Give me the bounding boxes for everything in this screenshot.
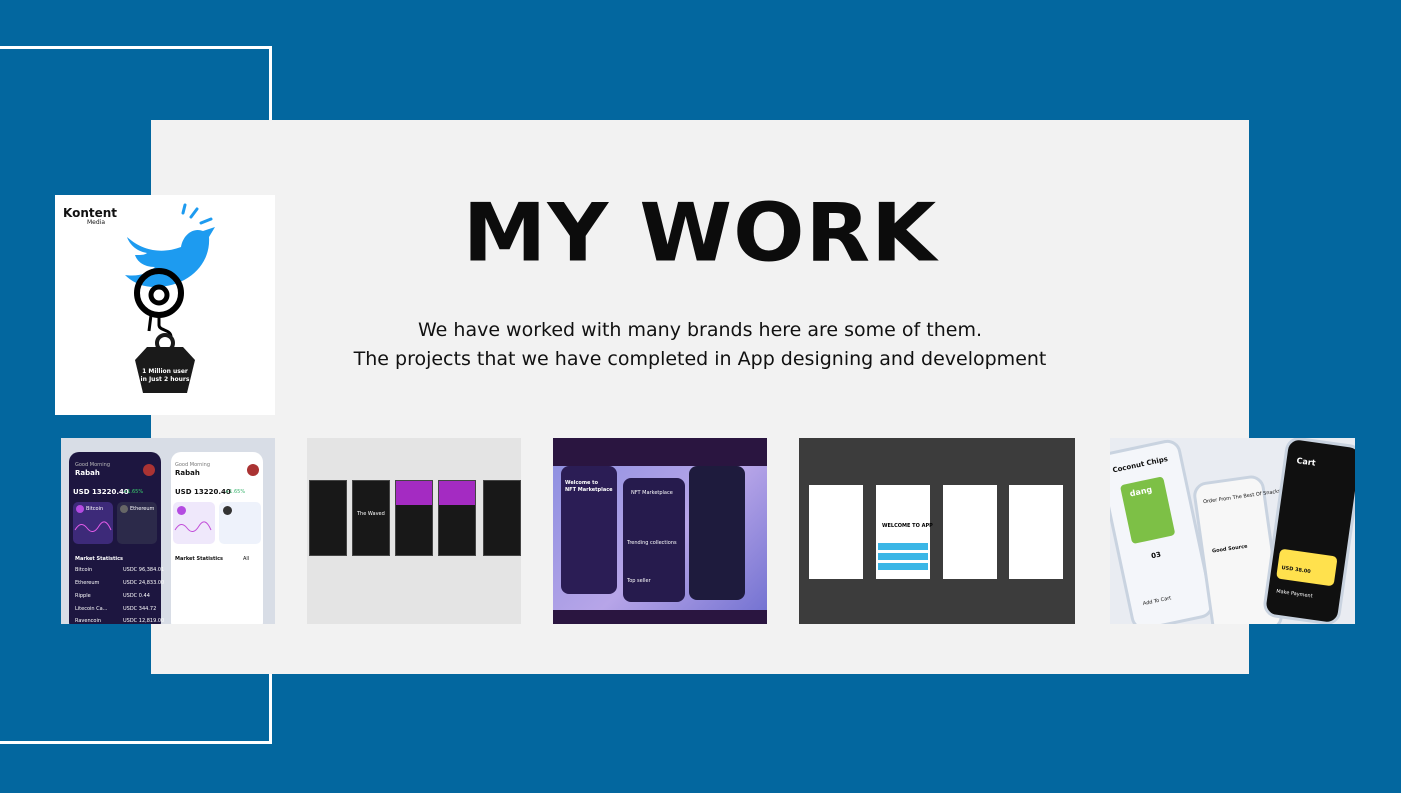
weight-badge-line-2: in Just 2 hours	[140, 376, 190, 383]
row-label: Ripple	[75, 593, 91, 599]
row-label: Litecoin Ca...	[75, 606, 108, 612]
screen-title: NFT Marketplace	[631, 490, 673, 496]
card-label: Good Source	[1211, 543, 1248, 555]
row-label: Bitcoin	[75, 567, 93, 573]
page-subtitle: We have worked with many brands here are…	[151, 316, 1249, 374]
nft-phone-welcome: Welcome to NFT Marketplace	[561, 466, 617, 594]
row-label: Ethereum	[75, 580, 100, 586]
nft-phone-marketplace: NFT Marketplace Trending collections Top…	[623, 478, 685, 602]
music-screen-player	[483, 480, 521, 556]
sparkline-chart	[174, 521, 212, 532]
sparkline-chart	[74, 521, 112, 532]
header-band	[439, 481, 475, 505]
row-value: USDC 344.72	[123, 606, 157, 612]
row-label: Ravencoin	[75, 618, 101, 624]
row-value: USDC 24,833.00	[123, 580, 165, 586]
bitcoin-icon	[76, 505, 84, 513]
section-link: All	[243, 556, 250, 562]
page-title: MY WORK	[462, 186, 938, 280]
music-screen-welcome: The Waved	[352, 480, 390, 556]
headline-line-2: NFT Marketplace	[565, 487, 613, 493]
balance-change: +1.65%	[225, 489, 246, 495]
coin-card-bitcoin	[173, 502, 215, 544]
avatar	[143, 464, 155, 476]
row-value: USDC 0.44	[123, 593, 150, 599]
portfolio-thumb-snack-app[interactable]: Coconut Chips dang 03 Add To Cart Order …	[1110, 438, 1355, 624]
pack-brand: dang	[1128, 484, 1153, 499]
balance-change: +1.65%	[123, 489, 144, 495]
blue-button	[878, 563, 928, 570]
blue-button	[878, 543, 928, 550]
user-name: Rabah	[175, 469, 200, 477]
bird-icon	[125, 227, 215, 287]
snack-phone-cart: Cart USD 38.00 Make Payment	[1261, 438, 1355, 624]
greeting-text: Good Morning	[75, 462, 110, 468]
sub-label: Top seller	[627, 578, 651, 584]
crypto-phone-dark: Good Morning Rabah USD 13220.40 +1.65% B…	[69, 452, 165, 624]
avatar	[247, 464, 259, 476]
balance-value: USD 13220.40	[175, 488, 231, 496]
welcome-screen-form	[943, 485, 997, 579]
weight-badge-line-1: 1 Million user	[142, 368, 188, 375]
portfolio-thumb-music-app[interactable]: The Waved	[307, 438, 521, 624]
music-screen-signup	[395, 480, 433, 556]
nft-top-bar	[553, 438, 767, 466]
portfolio-thumb-crypto-app[interactable]: Good Morning Rabah USD 13220.40 +1.65% B…	[61, 438, 275, 624]
crypto-phone-light: Good Morning Rabah USD 13220.40 +1.65% M…	[171, 452, 263, 624]
browse-headline: Order From The Best Of Snacks	[1202, 488, 1282, 506]
coin-label: Bitcoin	[86, 506, 104, 512]
app-name: The Waved	[357, 511, 385, 517]
cart-title: Cart	[1296, 456, 1317, 468]
coin-card-ethereum	[219, 502, 261, 544]
coin-label: Ethereum	[130, 506, 155, 512]
greeting-text: Good Morning	[175, 462, 210, 468]
nft-bottom-bar	[553, 610, 767, 624]
welcome-screen-form-2	[1009, 485, 1063, 579]
bitcoin-icon	[177, 506, 186, 515]
price-card: USD 38.00	[1276, 548, 1338, 587]
row-value: USDC 12,819.00	[123, 618, 165, 624]
section-label: Trending collections	[627, 540, 677, 546]
welcome-screen-buttons: WELCOME TO APP	[876, 485, 933, 579]
section-title: Market Statistics	[175, 556, 224, 562]
subtitle-line-2: The projects that we have completed in A…	[353, 348, 1047, 370]
section-title: Market Statistics	[75, 556, 124, 562]
user-name: Rabah	[75, 469, 100, 477]
product-pack: dang	[1119, 476, 1176, 545]
coin-card-bitcoin: Bitcoin	[73, 502, 113, 544]
product-name: Coconut Chips	[1111, 454, 1169, 475]
price-value: USD 38.00	[1281, 565, 1312, 576]
welcome-label: WELCOME TO APP	[882, 523, 933, 529]
welcome-screen-splash	[809, 485, 863, 579]
portfolio-thumb-kontent-media[interactable]: Kontent Media 1 Million user in Just 2 h…	[55, 195, 275, 415]
music-screen-splash	[309, 480, 347, 556]
balance-value: USD 13220.40	[73, 488, 129, 496]
portfolio-thumb-nft-app[interactable]: Welcome to NFT Marketplace NFT Marketpla…	[553, 438, 767, 624]
blue-button	[878, 553, 928, 560]
quantity-value: 03	[1150, 550, 1162, 561]
portfolio-thumb-welcome-app[interactable]: WELCOME TO APP	[799, 438, 1075, 624]
row-value: USDC 96,384.01	[123, 567, 165, 573]
add-to-cart-button: Add To Cart	[1142, 595, 1172, 608]
headline-line-1: Welcome to	[565, 480, 599, 486]
ethereum-icon	[120, 505, 128, 513]
header-band	[396, 481, 432, 505]
ethereum-icon	[223, 506, 232, 515]
make-payment-button: Make Payment	[1275, 588, 1313, 600]
nft-phone-ranking	[689, 466, 745, 600]
subtitle-line-1: We have worked with many brands here are…	[418, 319, 982, 341]
music-screen-login	[438, 480, 476, 556]
coin-card-ethereum: Ethereum	[117, 502, 157, 544]
